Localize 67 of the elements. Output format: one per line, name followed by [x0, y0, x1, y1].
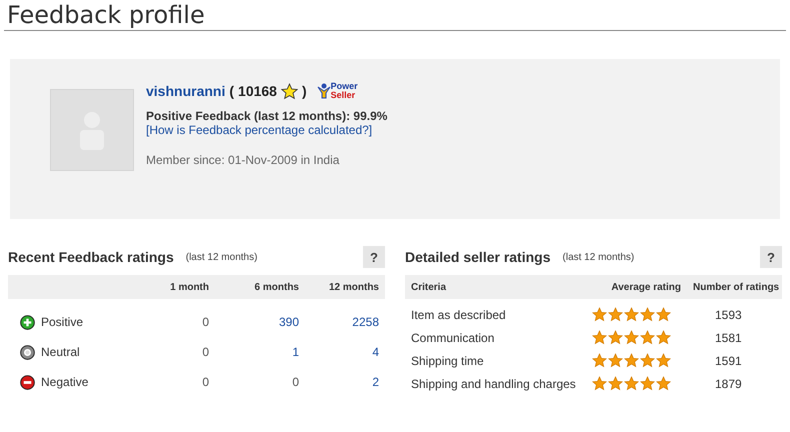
star-icon [608, 376, 623, 391]
score-bracket: ( [229, 83, 234, 99]
minus-icon [20, 374, 35, 390]
plus-icon [20, 314, 35, 330]
rating-label: Positive [41, 315, 84, 329]
star-icon [624, 376, 639, 391]
star-icon [656, 307, 671, 322]
star-icon [608, 307, 623, 322]
rating-label: Neutral [41, 345, 80, 359]
count-link[interactable]: 2258 [305, 315, 385, 329]
star-icon [640, 330, 655, 345]
star-icon [592, 376, 607, 391]
star-icon [592, 330, 607, 345]
ratings-count: 1591 [714, 354, 743, 368]
neutral-icon [20, 344, 35, 360]
section-title: Recent Feedback ratings [8, 249, 174, 265]
count-cell-text: 0 [291, 375, 300, 389]
rating-label: Negative [41, 375, 88, 389]
section-title: Detailed seller ratings [405, 249, 551, 265]
score-bracket: ) [302, 83, 307, 99]
star-icon [592, 307, 607, 322]
star-icon [640, 376, 655, 391]
star-icon [656, 376, 671, 391]
period-text: (last 12 months) [186, 252, 258, 262]
column-header: 1 month [169, 282, 210, 292]
page-title: Feedback profile [4, 0, 786, 31]
star-icon [624, 307, 639, 322]
member-since-text: Member since: 01-Nov-2009 in India [146, 153, 340, 167]
ratings-count: 1593 [714, 308, 743, 322]
count-link[interactable]: 2 [305, 375, 385, 389]
star-icon [280, 82, 298, 100]
trophy-person-icon [316, 83, 331, 99]
positive-feedback-text: Positive Feedback (last 12 months): 99.9% [146, 109, 388, 123]
column-header: 6 months [254, 282, 300, 292]
star-icon [640, 307, 655, 322]
period-text: (last 12 months) [562, 252, 636, 262]
help-button[interactable]: ? [760, 246, 782, 268]
column-header: Average rating [610, 282, 682, 292]
badge-text: Power [330, 82, 358, 91]
count-cell-text: 0 [201, 345, 210, 359]
star-icon [640, 353, 655, 368]
help-button[interactable]: ? [363, 246, 385, 268]
column-header: Criteria [410, 282, 448, 292]
count-link[interactable]: 1 [215, 345, 305, 359]
criteria-label: Communication [410, 330, 496, 344]
ratings-count: 1879 [714, 376, 743, 390]
column-header: Number of ratings [692, 282, 780, 292]
badge-text: Seller [330, 91, 356, 100]
username-link[interactable]: vishnuranni [146, 83, 226, 99]
count-cell-text: 0 [201, 375, 210, 389]
count-link[interactable]: 4 [305, 345, 385, 359]
criteria-label: Shipping and handling charges [410, 376, 577, 390]
criteria-label: Shipping time [410, 354, 485, 368]
star-icon [624, 330, 639, 345]
star-icon [656, 353, 671, 368]
star-icon [656, 330, 671, 345]
star-icon [608, 330, 623, 345]
count-cell-text: 0 [201, 315, 210, 329]
column-header: 12 months [328, 282, 380, 292]
star-icon [624, 353, 639, 368]
star-icon [592, 353, 607, 368]
star-icon [608, 353, 623, 368]
ratings-count: 1581 [714, 330, 743, 344]
criteria-label: Item as described [410, 308, 507, 322]
feedback-score: 10168 [238, 83, 277, 99]
count-link[interactable]: 390 [215, 315, 305, 329]
help-link[interactable]: [How is Feedback percentage calculated?] [146, 123, 388, 137]
